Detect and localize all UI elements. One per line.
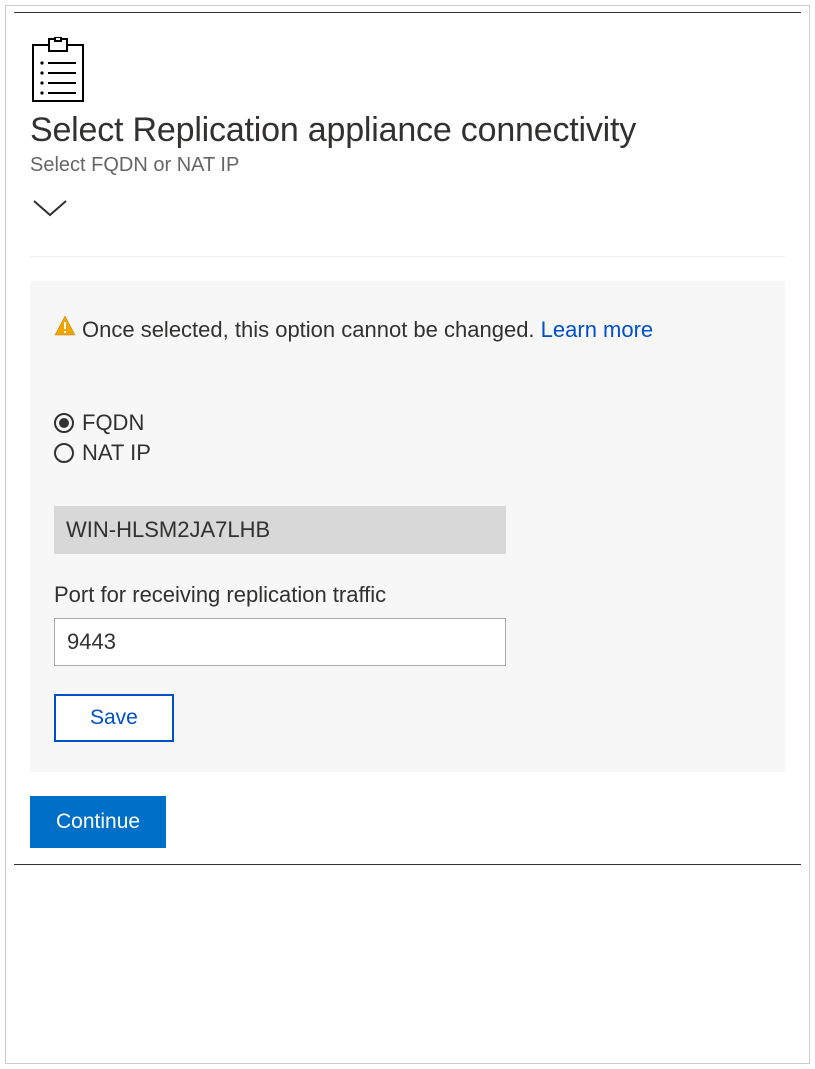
- dialog-container: Select Replication appliance connectivit…: [5, 5, 810, 1064]
- port-input[interactable]: [54, 618, 506, 666]
- radio-fqdn-label: FQDN: [82, 410, 144, 436]
- form-panel: Once selected, this option cannot be cha…: [30, 281, 785, 772]
- hostname-value: WIN-HLSM2JA7LHB: [66, 517, 270, 543]
- radio-indicator-unselected: [54, 443, 74, 463]
- hostname-field: WIN-HLSM2JA7LHB: [54, 506, 506, 554]
- header-area: Select Replication appliance connectivit…: [6, 13, 809, 177]
- page-title: Select Replication appliance connectivit…: [30, 111, 785, 150]
- radio-natip[interactable]: NAT IP: [54, 440, 761, 466]
- port-label: Port for receiving replication traffic: [54, 582, 761, 608]
- radio-fqdn[interactable]: FQDN: [54, 410, 761, 436]
- warning-message: Once selected, this option cannot be cha…: [54, 311, 761, 348]
- save-button[interactable]: Save: [54, 694, 174, 742]
- bottom-divider: [14, 864, 801, 865]
- clipboard-icon: [30, 37, 86, 103]
- continue-button[interactable]: Continue: [30, 796, 166, 848]
- connectivity-radio-group: FQDN NAT IP: [54, 410, 761, 466]
- warning-text: Once selected, this option cannot be cha…: [82, 311, 653, 348]
- chevron-down-icon[interactable]: [30, 197, 809, 226]
- section-divider: [30, 256, 785, 257]
- warning-text-content: Once selected, this option cannot be cha…: [82, 317, 541, 342]
- learn-more-link[interactable]: Learn more: [541, 317, 654, 342]
- radio-indicator-selected: [54, 413, 74, 433]
- warning-icon: [54, 315, 76, 342]
- page-subtitle: Select FQDN or NAT IP: [30, 154, 785, 177]
- radio-natip-label: NAT IP: [82, 440, 151, 466]
